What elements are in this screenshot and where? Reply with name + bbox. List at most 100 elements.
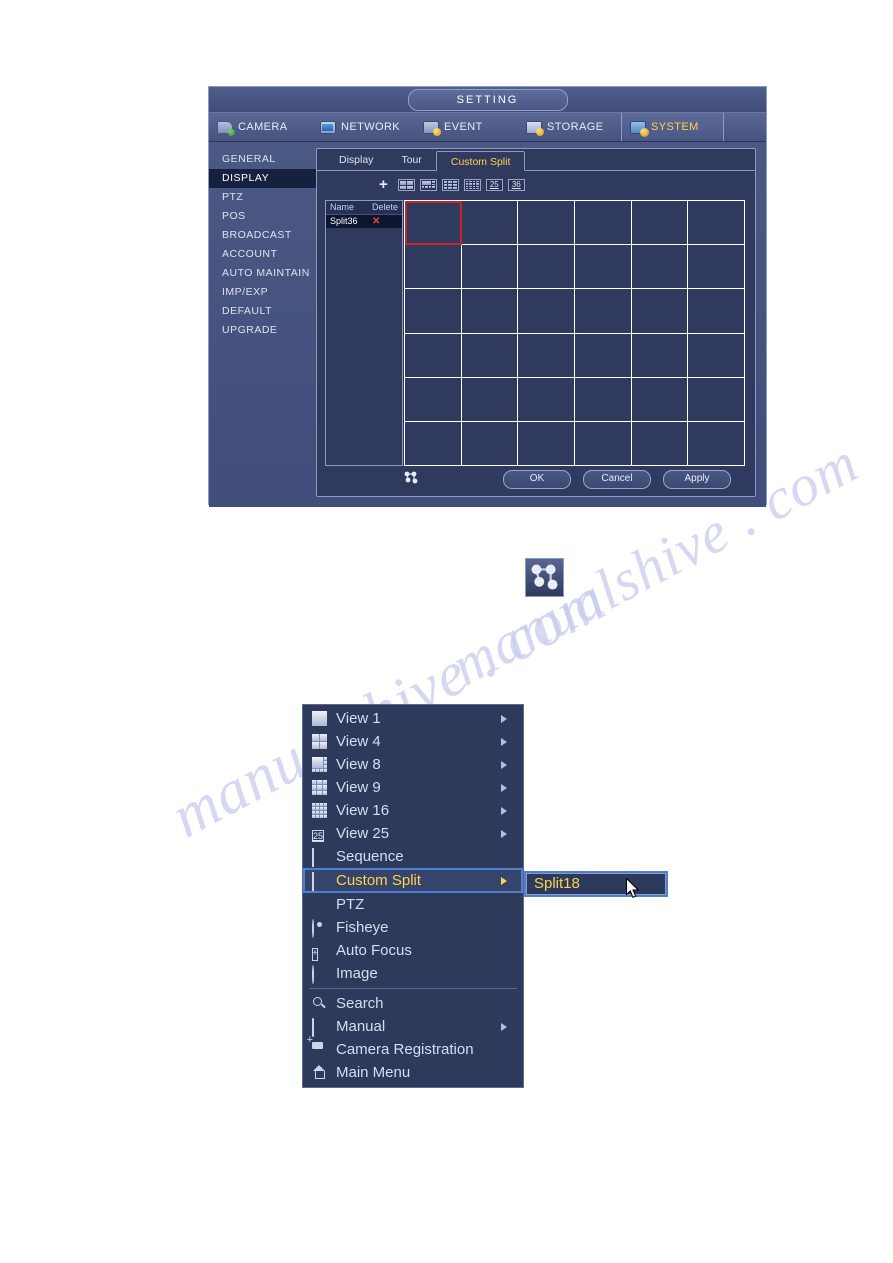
grid-cell[interactable]: [518, 289, 575, 334]
grid-cell[interactable]: [461, 289, 519, 334]
setting-window: SETTING CAMERA NETWORK EVENT STORAGE SYS…: [208, 86, 767, 507]
grid-cell[interactable]: [631, 201, 689, 246]
apply-button[interactable]: Apply: [663, 470, 731, 489]
split-list: Name Delete Split36 ✕: [325, 200, 403, 466]
menu-item-view-8[interactable]: View 8: [303, 753, 523, 776]
sidebar-item-pos[interactable]: POS: [209, 207, 316, 226]
sidebar-item-account[interactable]: ACCOUNT: [209, 245, 316, 264]
cancel-button[interactable]: Cancel: [583, 470, 651, 489]
menu-item-camera-registration[interactable]: Camera Registration: [303, 1038, 523, 1061]
sidebar-item-upgrade[interactable]: UPGRADE: [209, 321, 316, 340]
grid-cell[interactable]: [688, 201, 745, 246]
menu-item-manual[interactable]: Manual: [303, 1015, 523, 1038]
grid-cell[interactable]: [518, 201, 575, 246]
split-9-icon[interactable]: [441, 179, 459, 191]
grid-cell[interactable]: [575, 201, 632, 246]
grid-cell[interactable]: [461, 377, 519, 422]
tab-custom-split[interactable]: Custom Split: [435, 151, 526, 171]
grid-cell[interactable]: [631, 377, 689, 422]
sidebar-item-general[interactable]: GENERAL: [209, 150, 316, 169]
grid-cell[interactable]: [688, 245, 745, 290]
split-16-icon[interactable]: [463, 179, 481, 191]
split-content: Name Delete Split36 ✕: [325, 200, 745, 466]
grid-cell[interactable]: [688, 377, 745, 422]
menu-item-label: Sequence: [336, 848, 404, 865]
grid-cell[interactable]: [575, 421, 632, 466]
grid-cell[interactable]: [575, 333, 632, 378]
grid-cell[interactable]: [405, 245, 462, 290]
grid-cell[interactable]: [461, 333, 519, 378]
grid-cell[interactable]: [518, 245, 575, 290]
submenu-item-split18[interactable]: Split18: [526, 873, 666, 895]
grid-cell[interactable]: [575, 289, 632, 334]
grid-cell[interactable]: [575, 245, 632, 290]
grid-cell[interactable]: [575, 377, 632, 422]
ptz-icon: [312, 897, 327, 912]
grid-cell[interactable]: [688, 333, 745, 378]
tab-camera[interactable]: CAMERA: [209, 113, 312, 141]
sidebar-menu: GENERAL DISPLAY PTZ POS BROADCAST ACCOUN…: [209, 142, 316, 507]
grid-cell[interactable]: [631, 289, 689, 334]
grid-cell[interactable]: [461, 245, 519, 290]
sidebar-item-display[interactable]: DISPLAY: [209, 169, 316, 188]
sidebar-item-ptz[interactable]: PTZ: [209, 188, 316, 207]
grid-cell[interactable]: [405, 377, 462, 422]
menu-item-image[interactable]: Image: [303, 962, 523, 985]
tab-storage[interactable]: STORAGE: [518, 113, 621, 141]
grid-cell[interactable]: [688, 289, 745, 334]
menu-item-main-menu[interactable]: Main Menu: [303, 1061, 523, 1084]
sub-tab-bar: Display Tour Custom Split: [317, 149, 755, 171]
grid-cell[interactable]: [405, 201, 462, 246]
menu-item-view-1[interactable]: View 1: [303, 707, 523, 730]
window-body: GENERAL DISPLAY PTZ POS BROADCAST ACCOUN…: [209, 142, 766, 507]
split-toolbar: + 25 36: [317, 174, 755, 196]
grid-cell[interactable]: [518, 377, 575, 422]
sidebar-item-broadcast[interactable]: BROADCAST: [209, 226, 316, 245]
menu-item-view-25[interactable]: 25 View 25: [303, 822, 523, 845]
menu-item-label: Fisheye: [336, 919, 389, 936]
split-25-icon[interactable]: 25: [485, 179, 503, 191]
grid-cell[interactable]: [405, 333, 462, 378]
menu-item-view-16[interactable]: View 16: [303, 799, 523, 822]
tab-label: NETWORK: [341, 121, 401, 133]
split-36-icon[interactable]: 36: [507, 179, 525, 191]
menu-item-ptz[interactable]: PTZ: [303, 893, 523, 916]
menu-item-view-9[interactable]: View 9: [303, 776, 523, 799]
tab-display[interactable]: Display: [325, 150, 387, 170]
grid-cell[interactable]: [518, 421, 575, 466]
content-pane: Display Tour Custom Split + 25 36 Name D…: [316, 148, 756, 497]
menu-item-search[interactable]: Search: [303, 992, 523, 1015]
menu-item-auto-focus[interactable]: + Auto Focus: [303, 939, 523, 962]
menu-item-custom-split[interactable]: Custom Split: [303, 868, 523, 893]
menu-separator: [309, 988, 517, 989]
custom-split-icon: [312, 872, 327, 891]
tab-event[interactable]: EVENT: [415, 113, 518, 141]
grid-cell[interactable]: [518, 333, 575, 378]
grid-cell[interactable]: [461, 421, 519, 466]
add-split-button[interactable]: +: [379, 177, 388, 192]
sidebar-item-default[interactable]: DEFAULT: [209, 302, 316, 321]
table-row[interactable]: Split36 ✕: [326, 215, 402, 228]
split-grid[interactable]: [404, 200, 745, 466]
split-4-icon[interactable]: [397, 179, 415, 191]
menu-item-view-4[interactable]: View 4: [303, 730, 523, 753]
tab-network[interactable]: NETWORK: [312, 113, 415, 141]
split-8-icon[interactable]: [419, 179, 437, 191]
sidebar-item-auto-maintain[interactable]: AUTO MAINTAIN: [209, 264, 316, 283]
grid-cell[interactable]: [461, 201, 519, 246]
grid-cell[interactable]: [405, 421, 462, 466]
grid-cell[interactable]: [405, 289, 462, 334]
split-list-header: Name Delete: [326, 201, 402, 215]
grid-cell[interactable]: [631, 245, 689, 290]
delete-icon[interactable]: ✕: [367, 215, 402, 228]
sidebar-item-imp-exp[interactable]: IMP/EXP: [209, 283, 316, 302]
tab-system[interactable]: SYSTEM: [621, 113, 724, 141]
grid-cell[interactable]: [688, 421, 745, 466]
ok-button[interactable]: OK: [503, 470, 571, 489]
tab-tour[interactable]: Tour: [387, 150, 435, 170]
menu-item-fisheye[interactable]: Fisheye: [303, 916, 523, 939]
menu-item-sequence[interactable]: Sequence: [303, 845, 523, 868]
merge-cells-icon[interactable]: [403, 470, 419, 486]
grid-cell[interactable]: [631, 333, 689, 378]
grid-cell[interactable]: [631, 421, 689, 466]
